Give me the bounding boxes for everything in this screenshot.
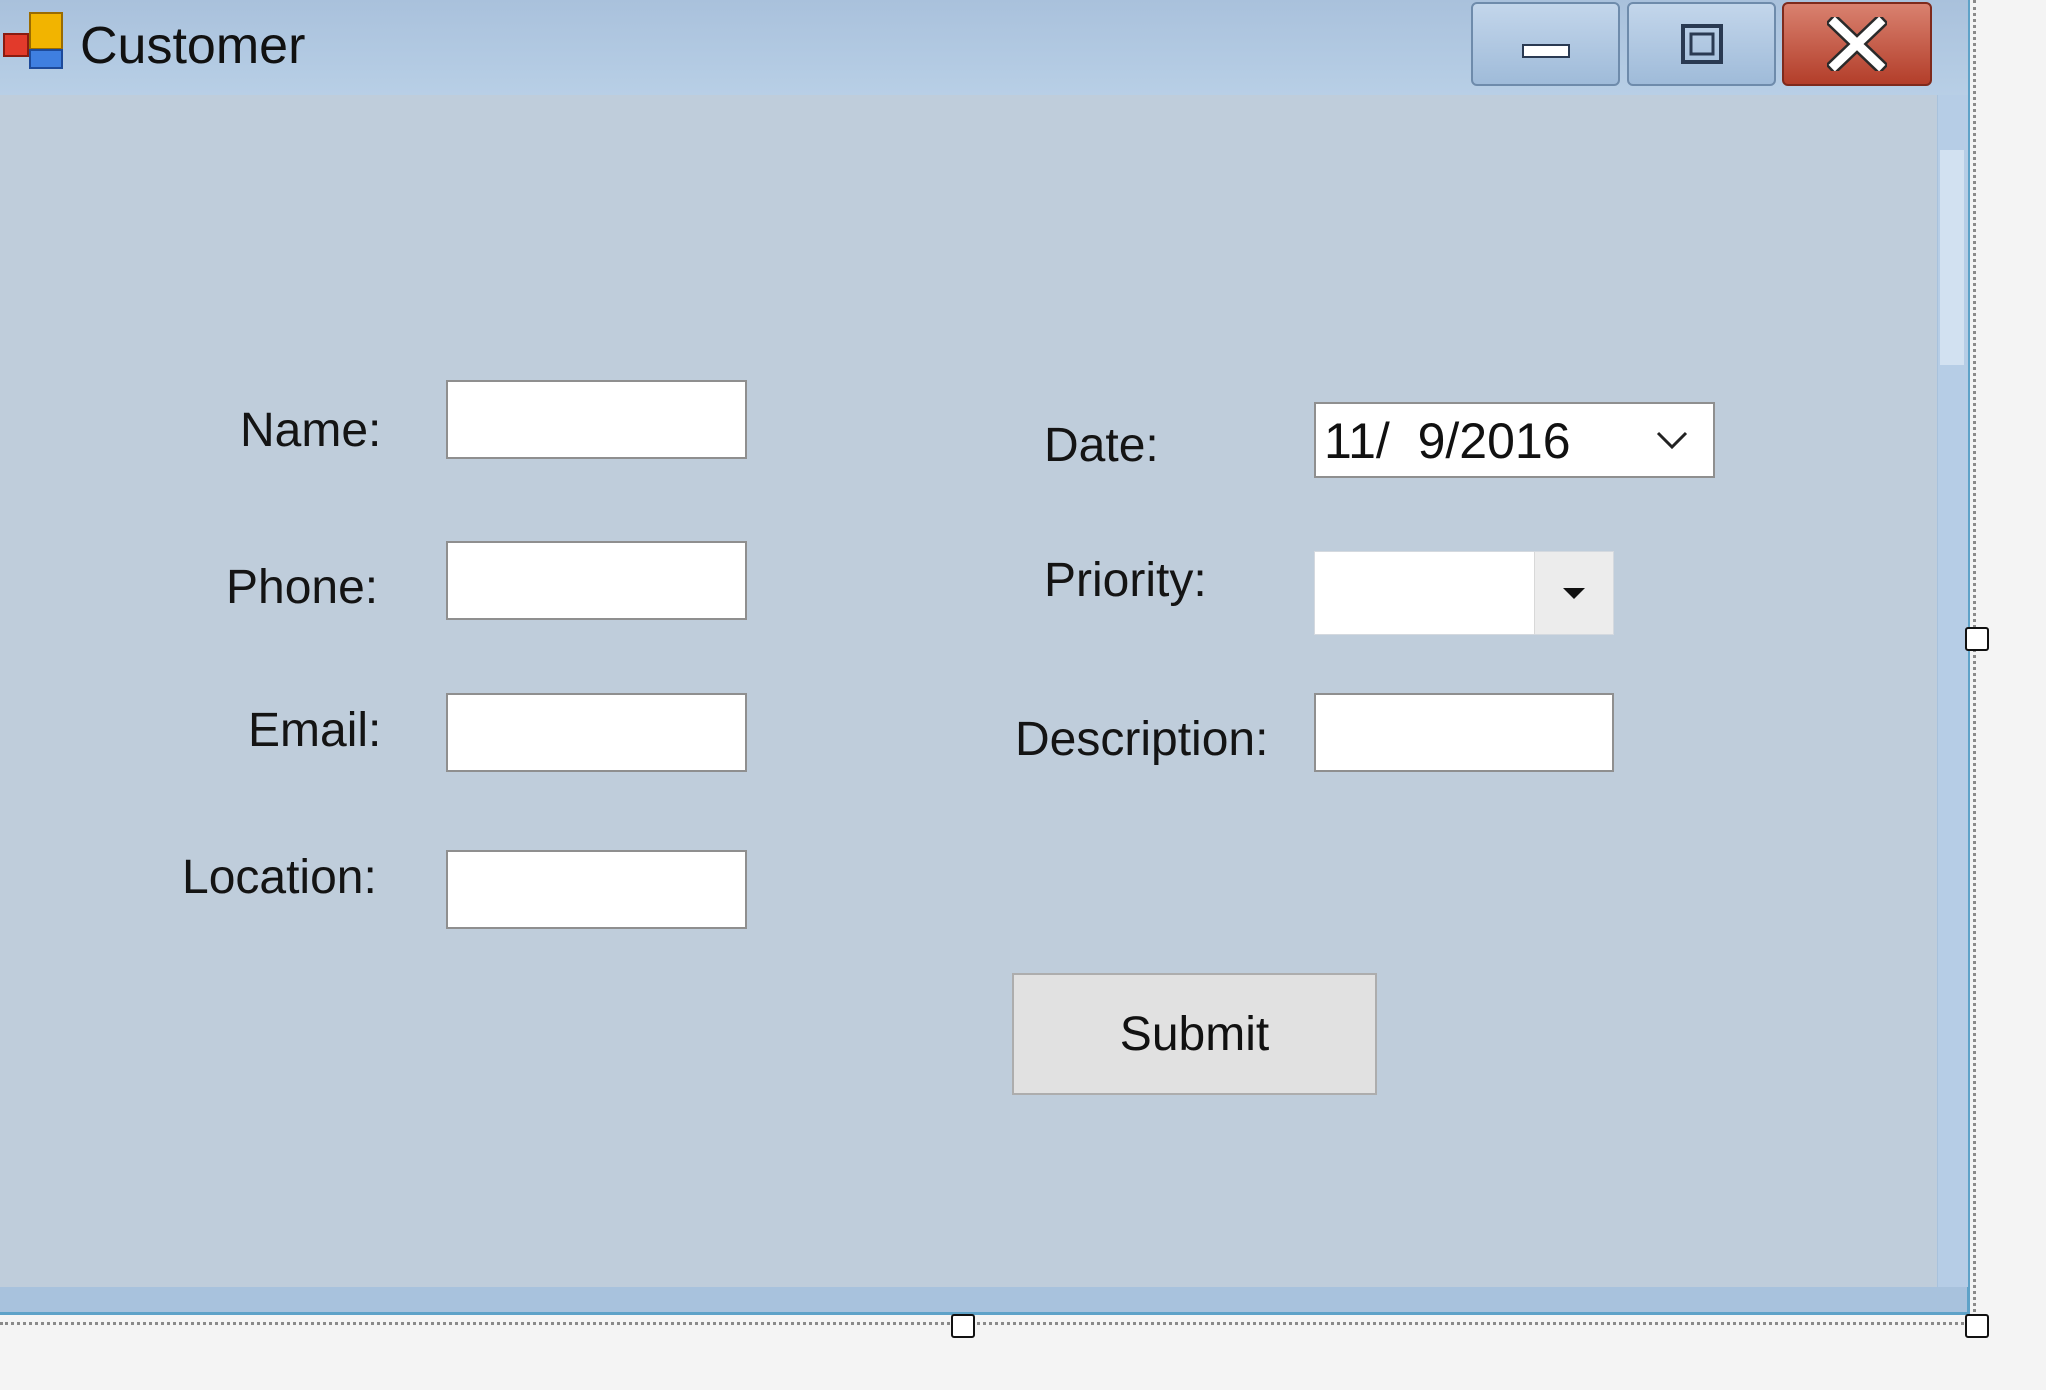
minimize-button[interactable] xyxy=(1471,2,1620,86)
maximize-icon xyxy=(1680,24,1723,64)
selection-border-right xyxy=(1973,0,1976,1325)
phone-field[interactable] xyxy=(446,541,747,620)
window-title: Customer xyxy=(80,17,306,75)
close-button[interactable] xyxy=(1782,2,1932,86)
phone-label: Phone: xyxy=(226,561,379,614)
form-client-area: Name: Phone: Email: Location: Date: 11/ … xyxy=(0,95,1937,1287)
date-value: 11/ 9/2016 xyxy=(1324,413,1571,469)
priority-dropdown-button[interactable] xyxy=(1534,552,1613,634)
submit-button[interactable]: Submit xyxy=(1012,973,1377,1095)
name-field[interactable] xyxy=(446,380,747,459)
title-bar[interactable]: Customer xyxy=(0,0,1968,95)
chevron-down-icon xyxy=(1656,431,1688,450)
priority-dropdown[interactable] xyxy=(1314,551,1614,635)
date-label: Date: xyxy=(1044,419,1159,472)
location-label: Location: xyxy=(182,851,377,904)
close-icon xyxy=(1827,17,1887,71)
resize-handle-corner[interactable] xyxy=(1965,1314,1989,1338)
maximize-button[interactable] xyxy=(1627,2,1776,86)
description-field[interactable] xyxy=(1314,693,1614,772)
email-field[interactable] xyxy=(446,693,747,772)
name-label: Name: xyxy=(240,404,382,457)
resize-handle-right[interactable] xyxy=(1965,627,1989,651)
date-picker[interactable]: 11/ 9/2016 xyxy=(1314,402,1715,478)
resize-handle-bottom[interactable] xyxy=(951,1314,975,1338)
form-window: Customer Name: Phone: Email: Location: D… xyxy=(0,0,1970,1315)
border-highlight xyxy=(1940,150,1964,365)
description-label: Description: xyxy=(1015,713,1269,766)
priority-label: Priority: xyxy=(1044,554,1207,607)
windows-form-icon xyxy=(3,12,63,69)
selection-border-bottom xyxy=(0,1322,1975,1325)
location-field[interactable] xyxy=(446,850,747,929)
minimize-icon xyxy=(1521,44,1570,58)
dropdown-arrow-icon xyxy=(1563,588,1585,599)
email-label: Email: xyxy=(248,704,382,757)
